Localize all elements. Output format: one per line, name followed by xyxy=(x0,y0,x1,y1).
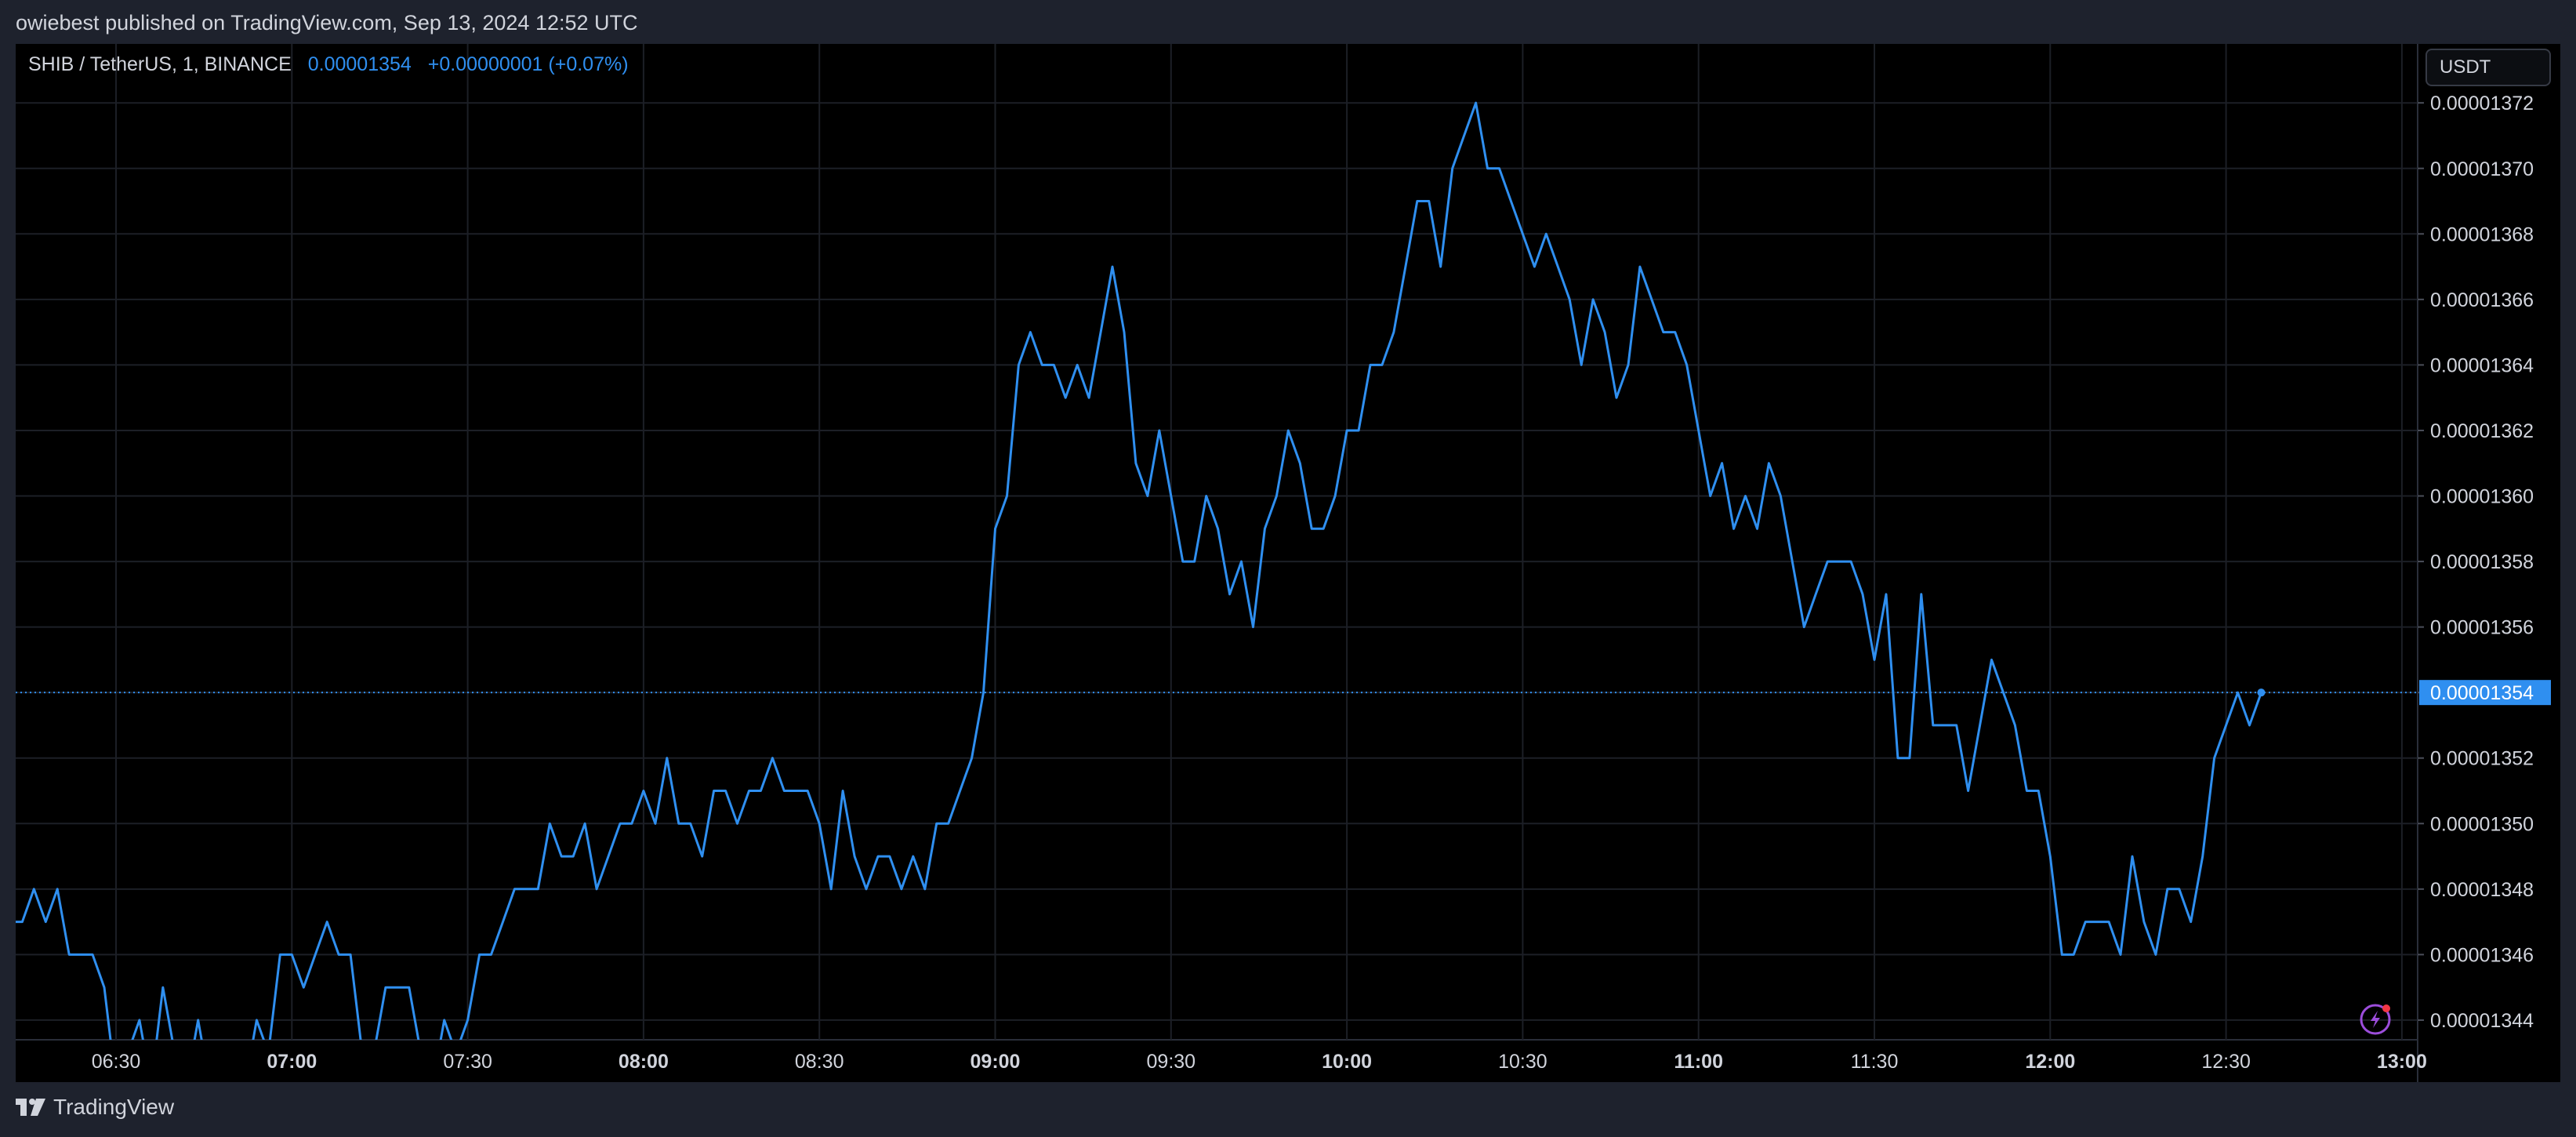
y-tick-label: 0.00001358 xyxy=(2430,551,2534,573)
legend-change: +0.00000001 (+0.07%) xyxy=(427,53,629,75)
y-tick-label: 0.00001372 xyxy=(2430,93,2534,114)
x-tick-label: 07:00 xyxy=(267,1051,317,1073)
chart-frame[interactable]: 0.00001344 0.00001346 0.00001348 0.00001350… xyxy=(16,44,2560,1082)
currency-unit-button[interactable]: USDT xyxy=(2425,49,2551,86)
x-tick-label: 13:00 xyxy=(2377,1051,2427,1073)
x-tick-label: 11:30 xyxy=(1851,1051,1899,1073)
x-tick-label: 11:00 xyxy=(1674,1051,1723,1073)
y-tick-label: 0.00001362 xyxy=(2430,420,2534,442)
y-tick-label: 0.00001346 xyxy=(2430,944,2534,966)
symbol-legend[interactable]: SHIB / TetherUS, 1, BINANCE 0.00001354 +… xyxy=(28,53,629,76)
bottom-bar: TradingView xyxy=(0,1082,2576,1137)
x-tick-label: 08:00 xyxy=(619,1051,669,1073)
tradingview-logo-icon xyxy=(16,1099,45,1116)
x-tick-label: 08:30 xyxy=(795,1051,844,1073)
top-bar: owiebest published on TradingView.com, S… xyxy=(0,0,2576,44)
y-tick-label: 0.00001364 xyxy=(2430,354,2534,376)
y-tick-label: 0.00001368 xyxy=(2430,223,2534,245)
price-line-series[interactable] xyxy=(16,101,2262,1082)
x-tick-label: 10:00 xyxy=(1322,1051,1372,1073)
brand[interactable]: TradingView xyxy=(16,1095,174,1120)
x-tick-label: 12:00 xyxy=(2025,1051,2075,1073)
symbol-name: SHIB / TetherUS, 1, BINANCE xyxy=(28,53,292,75)
x-tick-label: 06:30 xyxy=(92,1051,141,1073)
legend-last-price: 0.00001354 xyxy=(307,53,412,75)
x-tick-label: 07:30 xyxy=(443,1051,492,1073)
y-tick-label: 0.00001350 xyxy=(2430,813,2534,835)
x-tick-label: 09:00 xyxy=(971,1051,1021,1073)
x-tick-label: 10:30 xyxy=(1498,1051,1547,1073)
y-tick-label: 0.00001344 xyxy=(2430,1010,2534,1032)
y-tick-label: 0.00001352 xyxy=(2430,748,2534,770)
y-tick-label: 0.00001348 xyxy=(2430,879,2534,901)
x-tick-label: 12:30 xyxy=(2201,1051,2251,1073)
y-tick-label: 0.00001366 xyxy=(2430,289,2534,311)
price-chart[interactable]: 0.00001344 0.00001346 0.00001348 0.00001350… xyxy=(16,44,2560,1082)
published-info: owiebest published on TradingView.com, S… xyxy=(16,11,638,35)
y-tick-label: 0.00001370 xyxy=(2430,158,2534,180)
y-tick-label: 0.00001360 xyxy=(2430,486,2534,508)
current-price-label: 0.00001354 xyxy=(2430,682,2534,704)
lightning-icon[interactable] xyxy=(2360,1004,2391,1035)
y-tick-label: 0.00001356 xyxy=(2430,617,2534,639)
x-tick-label: 09:30 xyxy=(1147,1051,1196,1073)
last-price-dot xyxy=(2257,688,2266,697)
brand-name: TradingView xyxy=(53,1095,175,1119)
